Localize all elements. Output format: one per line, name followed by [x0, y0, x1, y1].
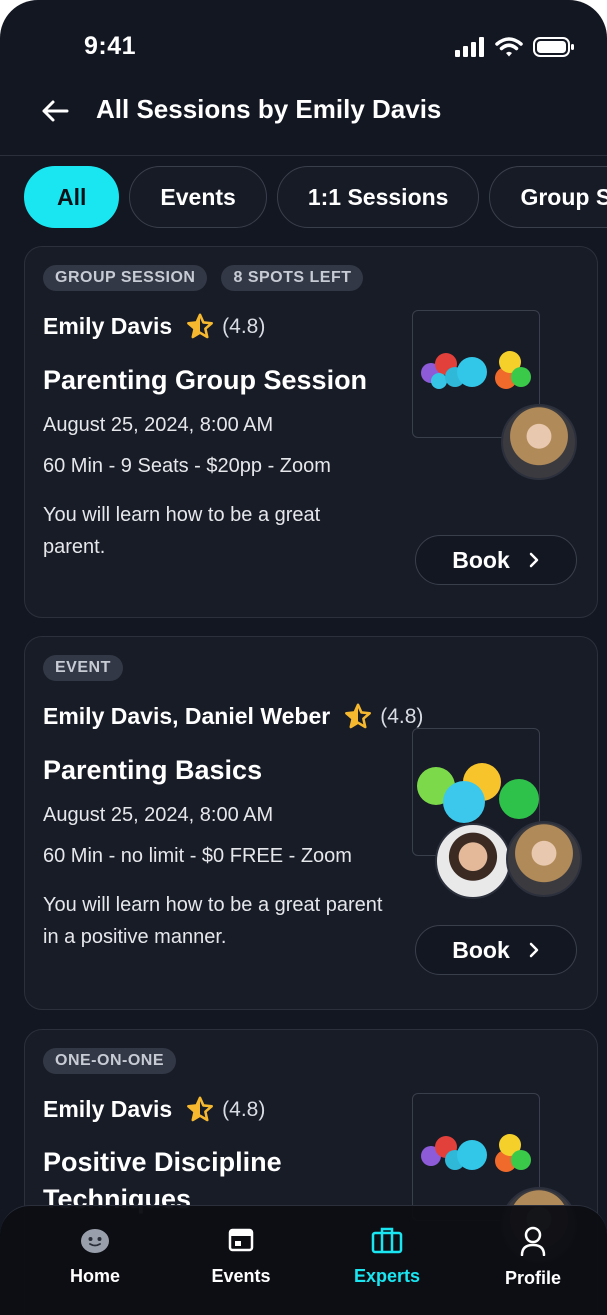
- host-name: Emily Davis: [43, 1096, 173, 1122]
- wifi-icon: [495, 37, 523, 57]
- session-description: You will learn how to be a great parent …: [43, 894, 383, 948]
- bottom-navigation: Home Events Experts Profile: [0, 1205, 607, 1315]
- top-app-bar: All Sessions by Emily Davis: [0, 80, 607, 156]
- status-icons: [455, 36, 575, 58]
- book-button-label: Book: [452, 936, 510, 963]
- host-name: Emily Davis, Daniel Weber: [43, 703, 331, 729]
- star-half-icon: [344, 703, 372, 730]
- filter-chip-all[interactable]: All: [24, 166, 120, 228]
- emoji-icon: [457, 1140, 487, 1170]
- session-date: August 25, 2024, 8:00 AM: [43, 414, 274, 436]
- status-time: 9:41: [84, 32, 137, 60]
- session-title: Parenting Basics: [43, 755, 263, 785]
- filter-chip-events[interactable]: Events: [129, 166, 267, 228]
- emoji-icon: [511, 1150, 531, 1170]
- page-title: All Sessions by Emily Davis: [96, 94, 442, 124]
- rating-value: (4.8): [222, 1097, 266, 1121]
- battery-icon: [533, 37, 574, 57]
- signal-icon: [455, 37, 484, 57]
- nav-item-profile[interactable]: Profile: [478, 1226, 588, 1289]
- person-icon: [520, 1226, 546, 1256]
- star-half-icon: [186, 313, 214, 340]
- session-card[interactable]: EVENT Emily Davis, Daniel Weber (4.8) Pa…: [24, 636, 598, 1010]
- type-badge: GROUP SESSION: [43, 265, 208, 291]
- chevron-right-icon: [529, 942, 538, 958]
- expert-avatar: [506, 821, 582, 897]
- expert-avatar: [501, 404, 577, 480]
- host-name: Emily Davis: [43, 313, 173, 339]
- calendar-icon: [228, 1228, 254, 1252]
- nav-label-home: Home: [69, 1266, 120, 1286]
- rating-value: (4.8): [222, 314, 266, 338]
- chevron-right-icon: [529, 552, 538, 568]
- star-half-icon: [186, 1096, 214, 1123]
- nav-label-experts: Experts: [353, 1266, 421, 1286]
- badge-row: EVENT: [43, 655, 123, 681]
- session-date: August 25, 2024, 8:00 AM: [43, 804, 274, 826]
- nav-label-events: Events: [211, 1266, 271, 1286]
- filter-chips: All Events 1:1 Sessions Group Sessions: [24, 166, 607, 230]
- book-button-label: Book: [452, 546, 510, 573]
- badge-row: GROUP SESSION 8 SPOTS LEFT: [43, 265, 364, 291]
- emoji-icon: [511, 367, 531, 387]
- emoji-icon: [443, 781, 485, 823]
- nav-item-experts[interactable]: Experts: [332, 1226, 442, 1287]
- session-details: 60 Min - 9 Seats - $20pp - Zoom: [43, 455, 331, 477]
- nav-label-profile: Profile: [504, 1268, 561, 1288]
- emoji-icon: [457, 357, 487, 387]
- host-row: Emily Davis, Daniel Weber (4.8): [43, 703, 423, 730]
- session-title: Parenting Group Session: [43, 365, 368, 395]
- session-description: You will learn how to be a great parent.: [43, 504, 321, 558]
- book-button[interactable]: Book: [415, 925, 577, 975]
- filter-chip-group-sessions[interactable]: Group Sessions: [489, 166, 607, 228]
- spots-badge: 8 SPOTS LEFT: [221, 265, 364, 291]
- back-button[interactable]: [38, 94, 72, 128]
- status-bar: 9:41: [0, 0, 607, 80]
- badge-row: ONE-ON-ONE: [43, 1048, 176, 1074]
- arrow-left-icon: [42, 100, 69, 122]
- briefcase-icon: [371, 1227, 403, 1254]
- nav-item-events[interactable]: Events: [186, 1226, 296, 1287]
- app-screen: 9:41 All Sessions by Emily Davis All Eve…: [0, 0, 607, 1315]
- host-row: Emily Davis (4.8): [43, 313, 265, 340]
- type-badge: ONE-ON-ONE: [43, 1048, 176, 1074]
- nav-item-home[interactable]: Home: [40, 1226, 150, 1287]
- rating-value: (4.8): [380, 704, 424, 728]
- home-face-icon: [81, 1229, 109, 1253]
- host-row: Emily Davis (4.8): [43, 1096, 265, 1123]
- emoji-icon: [499, 779, 539, 819]
- session-details: 60 Min - no limit - $0 FREE - Zoom: [43, 845, 352, 867]
- expert-avatar: [435, 823, 511, 899]
- book-button[interactable]: Book: [415, 535, 577, 585]
- filter-chip-one-on-one[interactable]: 1:1 Sessions: [276, 166, 480, 228]
- session-card[interactable]: GROUP SESSION 8 SPOTS LEFT Emily Davis (…: [24, 246, 598, 618]
- type-badge: EVENT: [43, 655, 123, 681]
